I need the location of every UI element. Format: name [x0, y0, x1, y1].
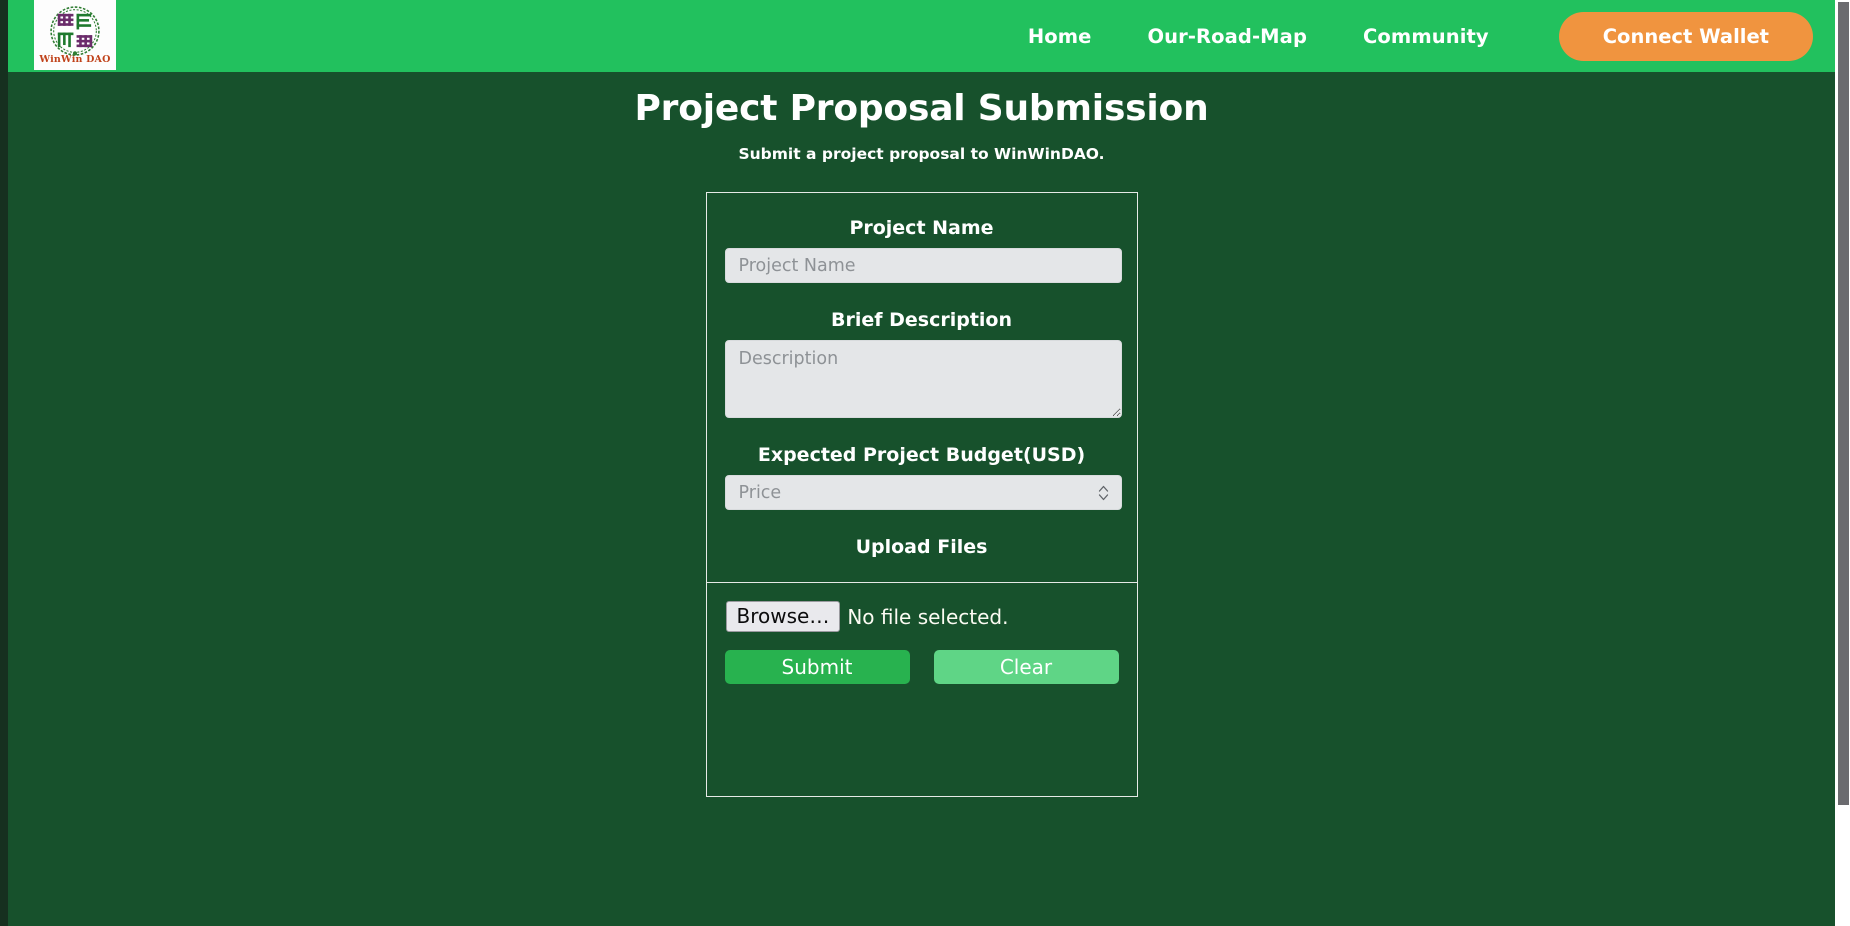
project-name-label: Project Name	[849, 217, 994, 239]
budget-label: Expected Project Budget(USD)	[757, 444, 1086, 466]
page-title: Project Proposal Submission	[634, 88, 1209, 129]
winwin-dao-emblem-icon	[49, 5, 101, 57]
budget-input[interactable]	[724, 475, 1122, 510]
nav-links: Home Our-Road-Map Community Connect Wall…	[1000, 0, 1813, 72]
proposal-form-card: Project Name Brief Description Expected …	[705, 192, 1138, 797]
page-subtitle: Submit a project proposal to WinWinDAO.	[738, 145, 1105, 163]
form-actions: Submit Clear	[724, 650, 1119, 796]
upload-files-section: Upload Files	[725, 536, 1119, 558]
budget-input-wrap	[724, 475, 1122, 510]
card-footer: Browse… No file selected. Submit Clear	[707, 583, 1137, 796]
project-name-input[interactable]	[724, 248, 1122, 283]
submit-button[interactable]: Submit	[724, 650, 910, 684]
vertical-scrollbar-thumb[interactable]	[1838, 2, 1849, 805]
number-stepper-icon[interactable]	[1098, 483, 1109, 502]
brief-description-field: Brief Description	[724, 309, 1122, 418]
brief-description-label: Brief Description	[830, 309, 1013, 331]
nav-link-community[interactable]: Community	[1335, 25, 1517, 48]
upload-files-label: Upload Files	[855, 536, 988, 558]
browse-files-button[interactable]: Browse…	[725, 601, 841, 632]
connect-wallet-button[interactable]: Connect Wallet	[1558, 11, 1813, 61]
project-name-field: Project Name	[724, 217, 1122, 283]
nav-link-home[interactable]: Home	[1000, 25, 1120, 48]
clear-button[interactable]: Clear	[933, 650, 1119, 684]
file-selection-status: No file selected.	[847, 604, 1009, 629]
file-picker-row: Browse… No file selected.	[725, 601, 1119, 632]
top-navigation-bar: WinWin DAO Home Our-Road-Map Community C…	[8, 0, 1835, 72]
page-viewport: WinWin DAO Home Our-Road-Map Community C…	[8, 0, 1835, 926]
budget-field: Expected Project Budget(USD)	[724, 444, 1122, 510]
form-fields: Project Name Brief Description Expected …	[707, 193, 1137, 582]
left-edge-rail	[0, 0, 8, 926]
page-header: Project Proposal Submission Submit a pro…	[8, 72, 1835, 163]
nav-link-our-road-map[interactable]: Our-Road-Map	[1119, 25, 1335, 48]
brand-logo[interactable]: WinWin DAO	[34, 0, 116, 70]
brief-description-textarea[interactable]	[724, 340, 1122, 418]
vertical-scrollbar-track[interactable]	[1835, 0, 1850, 926]
